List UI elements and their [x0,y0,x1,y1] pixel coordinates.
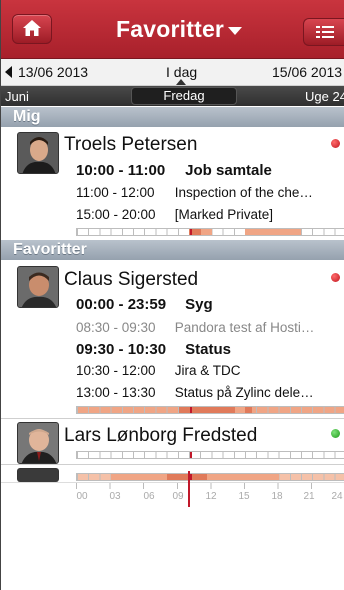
arrow-left-icon [5,66,12,78]
person-name: Claus Sigersted [64,269,199,290]
availability-timeline [76,451,344,459]
hour-label: 12 [205,491,217,502]
person-name: Lars Lønborg Fredsted [64,425,258,446]
event-time: 09:30 - 10:30 [76,341,167,358]
busy-segment [245,229,301,235]
divider [1,464,344,465]
today-button[interactable]: I dag [166,64,197,80]
hour-label: 03 [109,491,121,502]
availability-timeline [76,228,344,236]
availability-timeline [76,473,344,481]
week-label: Uge 24 [305,89,344,104]
current-time-marker [190,474,192,480]
title-dropdown[interactable]: Favoritter [116,14,243,44]
event-title: [Marked Private] [174,207,274,222]
event-title: Jira & TDC [174,363,241,378]
app-screen: Favoritter 13/06 2013 I dag 15/06 2013 J… [0,0,344,590]
home-icon [23,20,41,36]
event-title: Inspection of the che… [174,185,313,200]
home-button[interactable] [12,14,52,44]
hour-label: 21 [303,491,315,502]
busy-segment [201,229,212,235]
hour-axis: 00 03 06 09 12 15 18 21 24 [1,471,344,507]
month-label: Juni [5,89,29,104]
person-photo-icon [18,133,58,173]
current-time-marker [190,229,192,235]
page-title: Favoritter [116,15,225,42]
date-info-bar: Juni Fredag Uge 24 [1,86,344,106]
event-time: 10:00 - 11:00 [76,162,166,179]
event-item[interactable]: 11:00 - 12:00 Inspection of the che… [76,185,313,200]
hour-label: 09 [172,491,184,502]
divider [1,418,344,419]
event-time: 08:30 - 09:30 [76,320,156,335]
event-item[interactable]: 08:30 - 09:30 Pandora test af Hosti… [76,320,314,335]
status-indicator [331,139,340,148]
today-indicator-icon [176,79,186,85]
date-navigation: 13/06 2013 I dag 15/06 2013 [1,59,344,86]
person-name: Troels Petersen [64,134,198,155]
event-item[interactable]: 10:00 - 11:00 Job samtale [76,162,272,179]
previous-date: 13/06 2013 [18,64,89,80]
hour-label: 24 [331,491,343,502]
section-title: Mig [13,108,41,125]
current-time-line [188,471,190,507]
section-header-mig: Mig [1,107,344,127]
availability-timeline [76,406,344,414]
event-title: Status på Zylinc dele… [174,385,314,400]
top-bar: Favoritter [1,0,344,59]
avatar [17,468,59,482]
status-indicator [331,273,340,282]
event-item[interactable]: 00:00 - 23:59 Syg [76,296,213,313]
event-title: Pandora test af Hosti… [174,320,315,335]
chevron-down-icon [228,27,243,35]
current-time-marker [190,407,192,413]
event-time: 15:00 - 20:00 [76,207,156,222]
busy-segment [179,407,235,413]
person-photo-icon [18,423,58,463]
section-title: Favoritter [13,241,87,258]
event-title: Syg [185,296,213,313]
previous-day-button[interactable]: 13/06 2013 [5,64,88,80]
avatar [17,266,59,308]
event-item[interactable]: 13:00 - 13:30 Status på Zylinc dele… [76,385,314,400]
menu-button[interactable] [303,18,344,46]
event-item[interactable]: 10:30 - 12:00 Jira & TDC [76,363,241,378]
section-header-favoritter: Favoritter [1,240,344,260]
busy-segment [167,474,207,480]
hour-label: 15 [238,491,250,502]
avatar [17,422,59,464]
avatar [17,132,59,174]
status-indicator [331,429,340,438]
person-photo-icon [18,267,58,307]
event-time: 13:00 - 13:30 [76,385,156,400]
current-time-marker [190,452,192,458]
event-time: 00:00 - 23:59 [76,296,167,313]
busy-segment [245,407,252,413]
event-time: 11:00 - 12:00 [76,185,155,200]
menu-icon [316,26,334,38]
event-title: Job samtale [185,162,272,179]
event-title: Status [185,341,232,358]
hour-label: 00 [76,491,88,502]
event-item[interactable]: 09:30 - 10:30 Status [76,341,231,358]
weekday-label: Fredag [131,87,237,105]
hour-label: 06 [143,491,155,502]
hour-ticks [76,483,344,489]
event-item[interactable]: 15:00 - 20:00 [Marked Private] [76,207,273,222]
next-day-button[interactable]: 15/06 2013 [272,64,342,80]
hour-label: 18 [271,491,283,502]
event-time: 10:30 - 12:00 [76,363,156,378]
